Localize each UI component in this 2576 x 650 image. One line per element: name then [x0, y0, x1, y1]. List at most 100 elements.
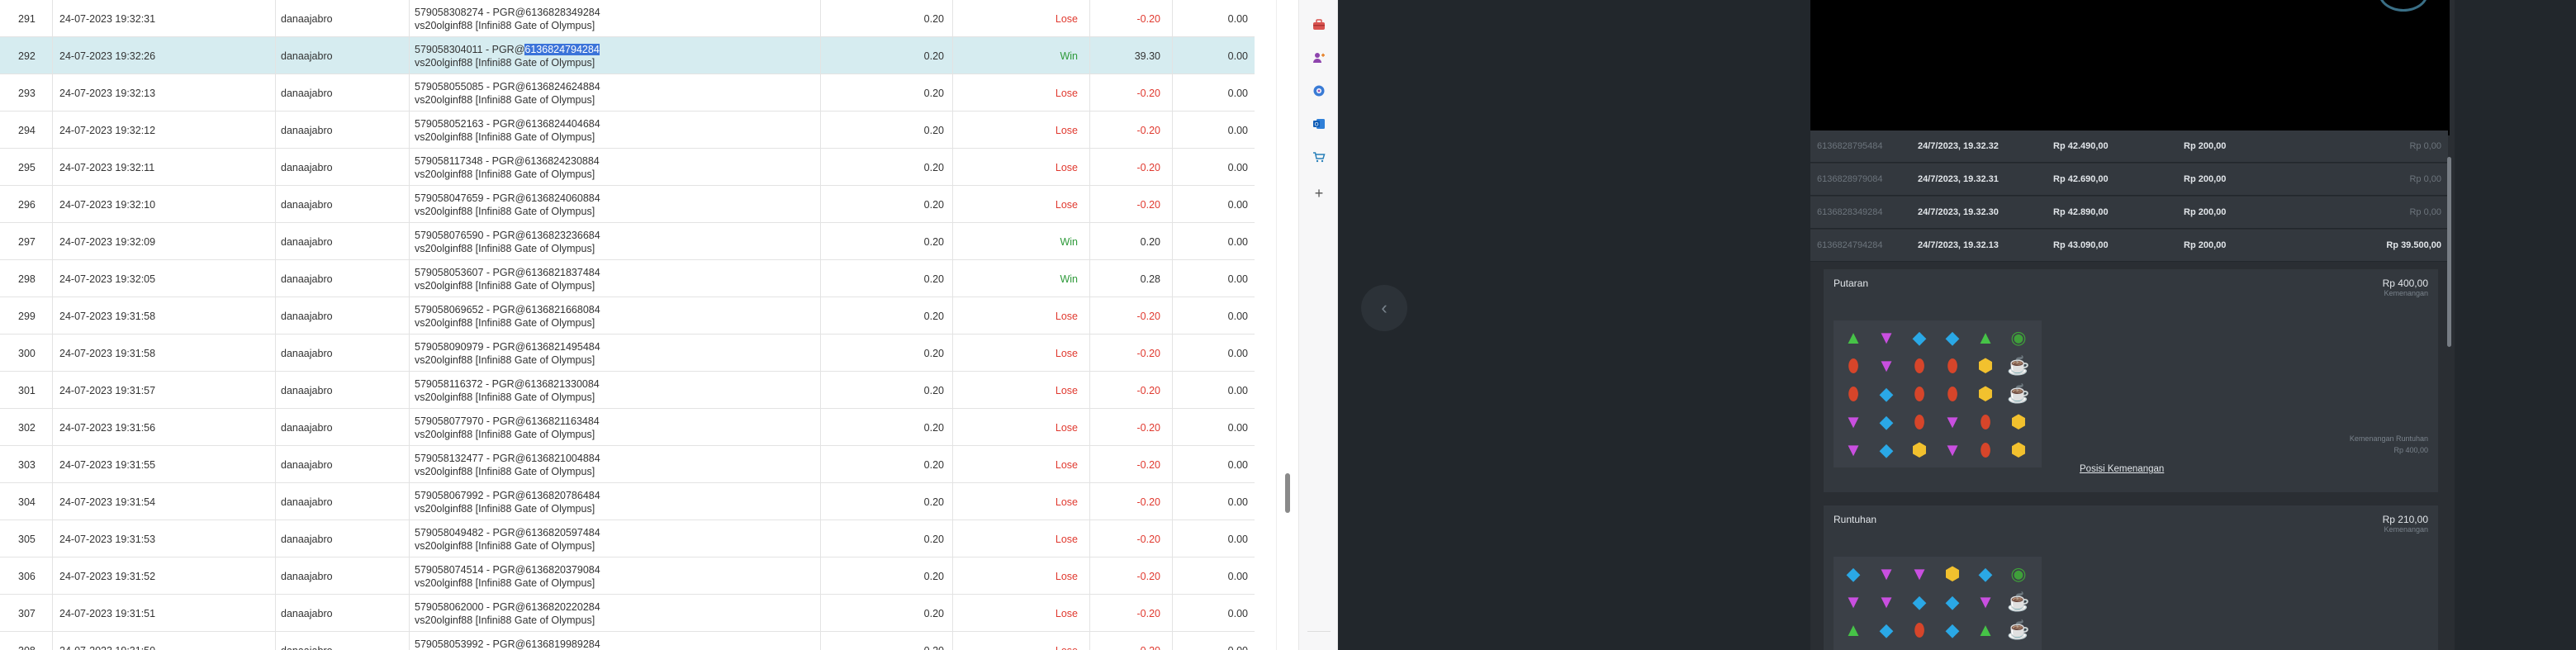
- history-row[interactable]: 6136828979084 24/7/2023, 19.32.31 Rp 42.69…: [1810, 164, 2448, 196]
- game-code: vs20olginf88 [Infini88 Gate of Olympus]: [415, 242, 595, 254]
- putaran-amount: Rp 400,00: [2382, 278, 2428, 289]
- toolbox-icon[interactable]: [1309, 15, 1329, 35]
- table-row[interactable]: 302 24-07-2023 19:31:56 danaajabro 57905807…: [0, 409, 1255, 446]
- table-scrollbar[interactable]: [1276, 0, 1293, 650]
- row-status: Lose: [953, 409, 1090, 446]
- row-winlose: 0.28: [1090, 260, 1173, 297]
- purple-gem-icon: ▼: [1877, 355, 1895, 376]
- game-panel-scrollbar[interactable]: [2447, 157, 2451, 347]
- row-datetime: 24-07-2023 19:32:13: [53, 74, 276, 111]
- row-number: 297: [0, 223, 53, 260]
- shopping-cart-icon[interactable]: [1309, 147, 1329, 167]
- row-number: 299: [0, 297, 53, 334]
- table-row[interactable]: 30824-07-2023 19:31:50danaajabro57905805…: [0, 632, 1255, 650]
- history-row[interactable]: 6136824794284 24/7/2023, 19.32.13 Rp 43.09…: [1810, 230, 2448, 262]
- table-row[interactable]: 296 24-07-2023 19:32:10 danaajabro 57905804…: [0, 186, 1255, 223]
- ticket-ref: 579058062000 - PGR@6136820220284: [415, 600, 600, 613]
- row-username: danaajabro: [276, 0, 410, 37]
- row-datetime: 24-07-2023 19:31:54: [53, 483, 276, 520]
- row-status: Win: [953, 223, 1090, 260]
- round-date: 24/7/2023, 19.32.30: [1918, 207, 1999, 217]
- row-username: danaajabro: [276, 297, 410, 334]
- row-bet: 0.20: [821, 37, 953, 74]
- row-status: Lose: [953, 0, 1090, 37]
- table-row[interactable]: 295 24-07-2023 19:32:11 danaajabro 57905811…: [0, 149, 1255, 186]
- table-row[interactable]: 297 24-07-2023 19:32:09 danaajabro 57905807…: [0, 223, 1255, 260]
- purple-gem-icon: ▼: [1877, 591, 1895, 612]
- row-username: danaajabro: [276, 186, 410, 223]
- round-win: Rp 0,00: [2409, 174, 2441, 184]
- row-extra: 0.00: [1227, 87, 1248, 99]
- row-description: 579058047659 - PGR@6136824060884 vs20olgi…: [410, 186, 821, 223]
- table-row[interactable]: 303 24-07-2023 19:31:55 danaajabro 57905813…: [0, 446, 1255, 483]
- row-bet: 0.20: [821, 409, 953, 446]
- game-code: vs20olginf88 [Infini88 Gate of Olympus]: [415, 576, 595, 589]
- ticket-ref: 579058052163 - PGR@6136824404684: [415, 117, 600, 130]
- svg-text:O: O: [1314, 121, 1318, 128]
- row-extra: 0.00: [1227, 310, 1248, 322]
- history-row[interactable]: 6136828795484 24/7/2023, 19.32.32 Rp 42.49…: [1810, 130, 2448, 163]
- table-row[interactable]: 294 24-07-2023 19:32:12 danaajabro 57905805…: [0, 111, 1255, 149]
- add-icon[interactable]: +: [1309, 183, 1329, 203]
- ticket-ref: 579058067992 - PGR@6136820786484: [415, 489, 600, 501]
- row-winlose: -0.20: [1090, 520, 1173, 557]
- row-extra: 0.00: [1227, 570, 1248, 582]
- history-row[interactable]: 6136828349284 24/7/2023, 19.32.30 Rp 42.89…: [1810, 197, 2448, 229]
- ticket-ref: 579058049482 - PGR@6136820597484: [415, 526, 600, 539]
- red-gem-icon: ⬮: [1848, 383, 1859, 404]
- row-description: 579058304011 - PGR@6136824794284 vs20olgi…: [410, 37, 821, 74]
- table-row[interactable]: 305 24-07-2023 19:31:53 danaajabro 57905804…: [0, 520, 1255, 557]
- table-row[interactable]: 298 24-07-2023 19:32:05 danaajabro 57905805…: [0, 260, 1255, 297]
- row-description: 579058308274 - PGR@6136828349284 vs20olgi…: [410, 0, 821, 37]
- round-date: 24/7/2023, 19.32.13: [1918, 240, 1999, 250]
- table-scrollbar-thumb[interactable]: [1285, 473, 1290, 513]
- round-balance: Rp 42.490,00: [2053, 141, 2109, 151]
- table-row[interactable]: 300 24-07-2023 19:31:58 danaajabro 57905809…: [0, 334, 1255, 372]
- row-datetime: 24-07-2023 19:31:56: [53, 409, 276, 446]
- green-gem-icon: ▲: [1844, 619, 1862, 640]
- table-row[interactable]: 301 24-07-2023 19:31:57 danaajabro 57905811…: [0, 372, 1255, 409]
- table-row[interactable]: 299 24-07-2023 19:31:58 danaajabro 57905806…: [0, 297, 1255, 334]
- winning-position-link[interactable]: Posisi Kemenangan: [2080, 464, 2164, 474]
- game-code: vs20olginf88 [Infini88 Gate of Olympus]: [415, 19, 595, 31]
- row-username: danaajabro: [276, 595, 410, 632]
- purple-gem-icon: ▼: [1837, 644, 1870, 650]
- row-bet: 0.20: [821, 632, 953, 650]
- copilot-icon[interactable]: [1309, 81, 1329, 101]
- putaran-card: Putaran Rp 400,00 Kemenangan ▲ ▼ ◆ ◆ ▲ ◉ ⬮ ▼ ⬮ ⬮ ⬢…: [1824, 269, 2438, 492]
- row-datetime: 24-07-2023 19:32:11: [53, 149, 276, 186]
- row-username: danaajabro: [276, 334, 410, 372]
- row-number: 296: [0, 186, 53, 223]
- ticket-ref: 579058074514 - PGR@6136820379084: [415, 563, 600, 576]
- outlook-icon[interactable]: O: [1309, 114, 1329, 134]
- table-row[interactable]: 291 24-07-2023 19:32:31 danaajabro 57905830…: [0, 0, 1255, 37]
- red-gem-icon: ⬮: [1947, 355, 1958, 376]
- selected-text[interactable]: 6136824794284: [524, 43, 600, 55]
- table-row[interactable]: 304 24-07-2023 19:31:54 danaajabro 57905806…: [0, 483, 1255, 520]
- round-win: Rp 0,00: [2409, 141, 2441, 151]
- table-row[interactable]: 306 24-07-2023 19:31:52 danaajabro 57905807…: [0, 557, 1255, 595]
- table-row[interactable]: 307 24-07-2023 19:31:51 danaajabro 57905806…: [0, 595, 1255, 632]
- row-extra: 0.00: [1227, 161, 1248, 173]
- ring-icon: ◉: [2010, 327, 2027, 348]
- table-row[interactable]: 293 24-07-2023 19:32:13 danaajabro 57905805…: [0, 74, 1255, 111]
- ticket-ref: 579058076590 - PGR@6136823236684: [415, 229, 600, 241]
- row-winlose: -0.20: [1090, 557, 1173, 595]
- game-history-area: ‹ 6136828795484 24/7/2023, 19.32.32 Rp 42.…: [1338, 0, 2576, 650]
- purple-gem-icon: ▼: [1936, 644, 1969, 650]
- row-status: Lose: [953, 557, 1090, 595]
- red-gem-icon: ⬮: [1947, 383, 1958, 404]
- row-username: danaajabro: [276, 149, 410, 186]
- row-bet: 0.20: [821, 520, 953, 557]
- game-code: vs20olginf88 [Infini88 Gate of Olympus]: [415, 614, 595, 626]
- row-status: Lose: [953, 111, 1090, 149]
- game-preview: [1810, 0, 2450, 135]
- table-row[interactable]: 292 24-07-2023 19:32:26 danaajabro 57905830…: [0, 37, 1255, 74]
- user-add-icon[interactable]: [1309, 48, 1329, 68]
- red-gem-icon: ⬮: [1914, 411, 1925, 432]
- game-code: vs20olginf88 [Infini88 Gate of Olympus]: [415, 168, 595, 180]
- row-username: danaajabro: [276, 520, 410, 557]
- round-bet: Rp 200,00: [2184, 174, 2227, 184]
- chevron-left-icon[interactable]: ‹: [1361, 285, 1407, 331]
- yellow-gem-icon: ⬢: [1977, 355, 1994, 376]
